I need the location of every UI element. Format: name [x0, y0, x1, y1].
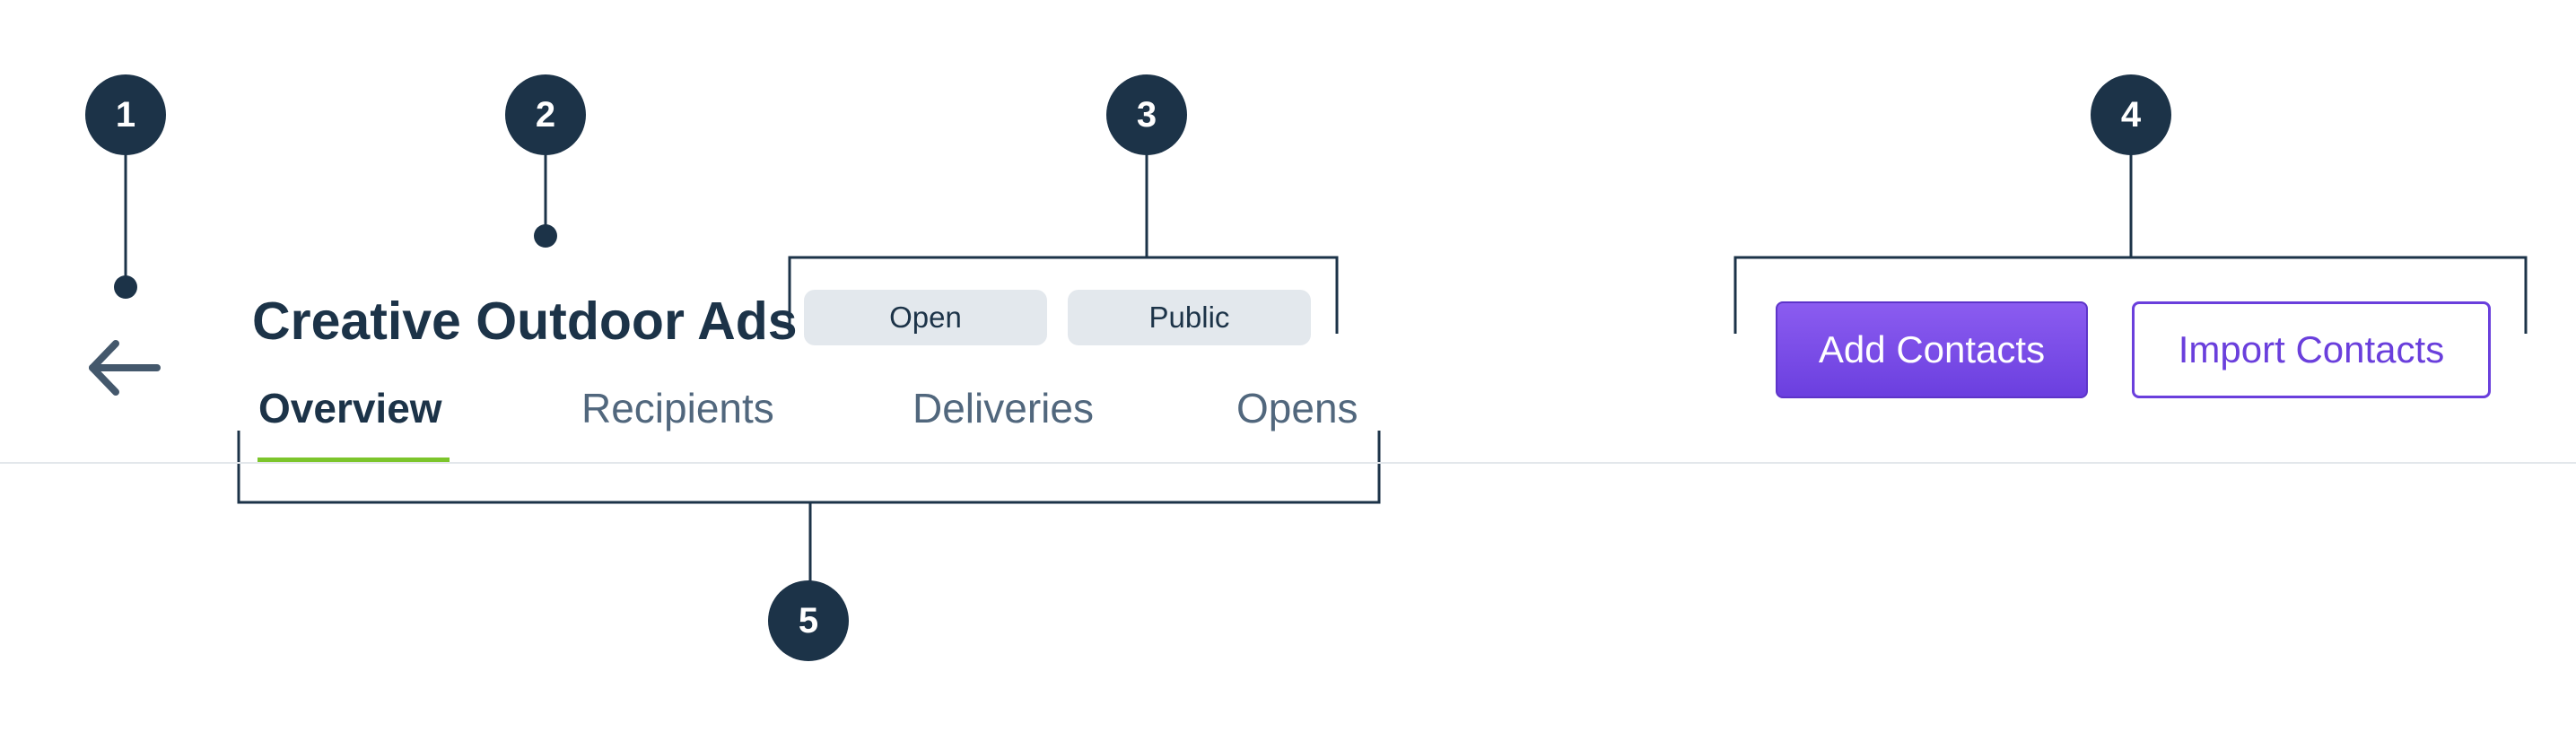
tab-recipients[interactable]: Recipients: [581, 377, 774, 440]
annotated-header-diagram: 1 2 3 4 5 Creative Outdoor Ads Open Publ…: [0, 0, 2576, 732]
callout-5: 5: [237, 431, 1381, 661]
back-button[interactable]: [85, 336, 162, 399]
marker-1-label: 1: [116, 95, 135, 135]
marker-4-label: 4: [2121, 95, 2142, 135]
header-divider: [0, 462, 2576, 464]
callout-1: 1: [85, 74, 166, 299]
page-title: Creative Outdoor Ads: [252, 292, 798, 351]
callout-4: 4: [1733, 74, 2528, 334]
import-contacts-button[interactable]: Import Contacts: [2132, 301, 2491, 398]
tab-opens[interactable]: Opens: [1236, 377, 1358, 440]
marker-2-label: 2: [536, 95, 555, 135]
arrow-left-icon: [89, 340, 161, 396]
status-badge-public: Public: [1068, 290, 1311, 345]
add-contacts-button[interactable]: Add Contacts: [1776, 301, 2088, 398]
tab-deliveries[interactable]: Deliveries: [913, 377, 1094, 440]
tab-overview[interactable]: Overview: [258, 377, 442, 440]
marker-3-label: 3: [1137, 95, 1157, 135]
callout-2: 2: [505, 74, 586, 248]
status-badge-open: Open: [804, 290, 1047, 345]
marker-5-label: 5: [799, 601, 818, 640]
